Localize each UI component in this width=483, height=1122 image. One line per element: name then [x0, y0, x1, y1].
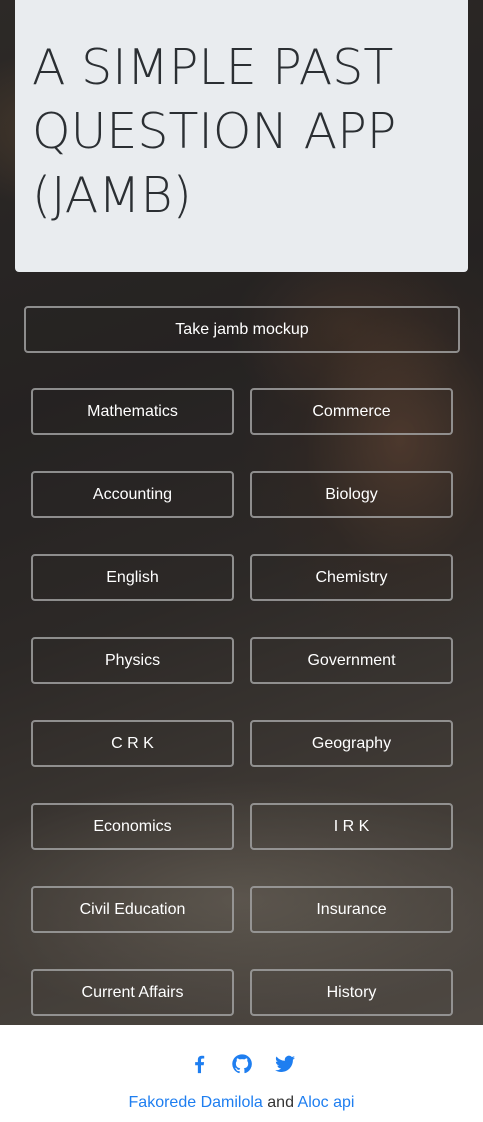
- subject-button-irk[interactable]: I R K: [250, 803, 453, 850]
- page-title: A SIMPLE PAST QUESTION APP (JAMB): [32, 39, 397, 224]
- subject-button-insurance[interactable]: Insurance: [250, 886, 453, 933]
- subject-button-physics[interactable]: Physics: [31, 637, 234, 684]
- subject-button-geography[interactable]: Geography: [250, 720, 453, 767]
- api-link[interactable]: Aloc api: [298, 1094, 355, 1111]
- subject-button-government[interactable]: Government: [250, 637, 453, 684]
- take-jamb-mockup-button[interactable]: Take jamb mockup: [24, 306, 460, 353]
- subject-button-biology[interactable]: Biology: [250, 471, 453, 518]
- subject-button-chemistry[interactable]: Chemistry: [250, 554, 453, 601]
- subject-button-crk[interactable]: C R K: [31, 720, 234, 767]
- github-icon[interactable]: [231, 1053, 253, 1075]
- author-link[interactable]: Fakorede Damilola: [129, 1094, 263, 1111]
- subject-button-civil-education[interactable]: Civil Education: [31, 886, 234, 933]
- subject-button-english[interactable]: English: [31, 554, 234, 601]
- subject-button-commerce[interactable]: Commerce: [250, 388, 453, 435]
- subject-button-mathematics[interactable]: Mathematics: [31, 388, 234, 435]
- footer: Fakorede Damilola and Aloc api: [0, 1025, 483, 1122]
- credits-and-text: and: [267, 1094, 294, 1111]
- facebook-icon[interactable]: [188, 1053, 210, 1075]
- social-links: [0, 1053, 483, 1075]
- subject-button-economics[interactable]: Economics: [31, 803, 234, 850]
- page: A SIMPLE PAST QUESTION APP (JAMB) Take j…: [0, 0, 483, 1122]
- credits: Fakorede Damilola and Aloc api: [0, 1094, 483, 1112]
- subject-button-history[interactable]: History: [250, 969, 453, 1016]
- title-card: A SIMPLE PAST QUESTION APP (JAMB): [15, 0, 468, 272]
- twitter-icon[interactable]: [274, 1053, 296, 1075]
- subject-button-accounting[interactable]: Accounting: [31, 471, 234, 518]
- subject-button-current-affairs[interactable]: Current Affairs: [31, 969, 234, 1016]
